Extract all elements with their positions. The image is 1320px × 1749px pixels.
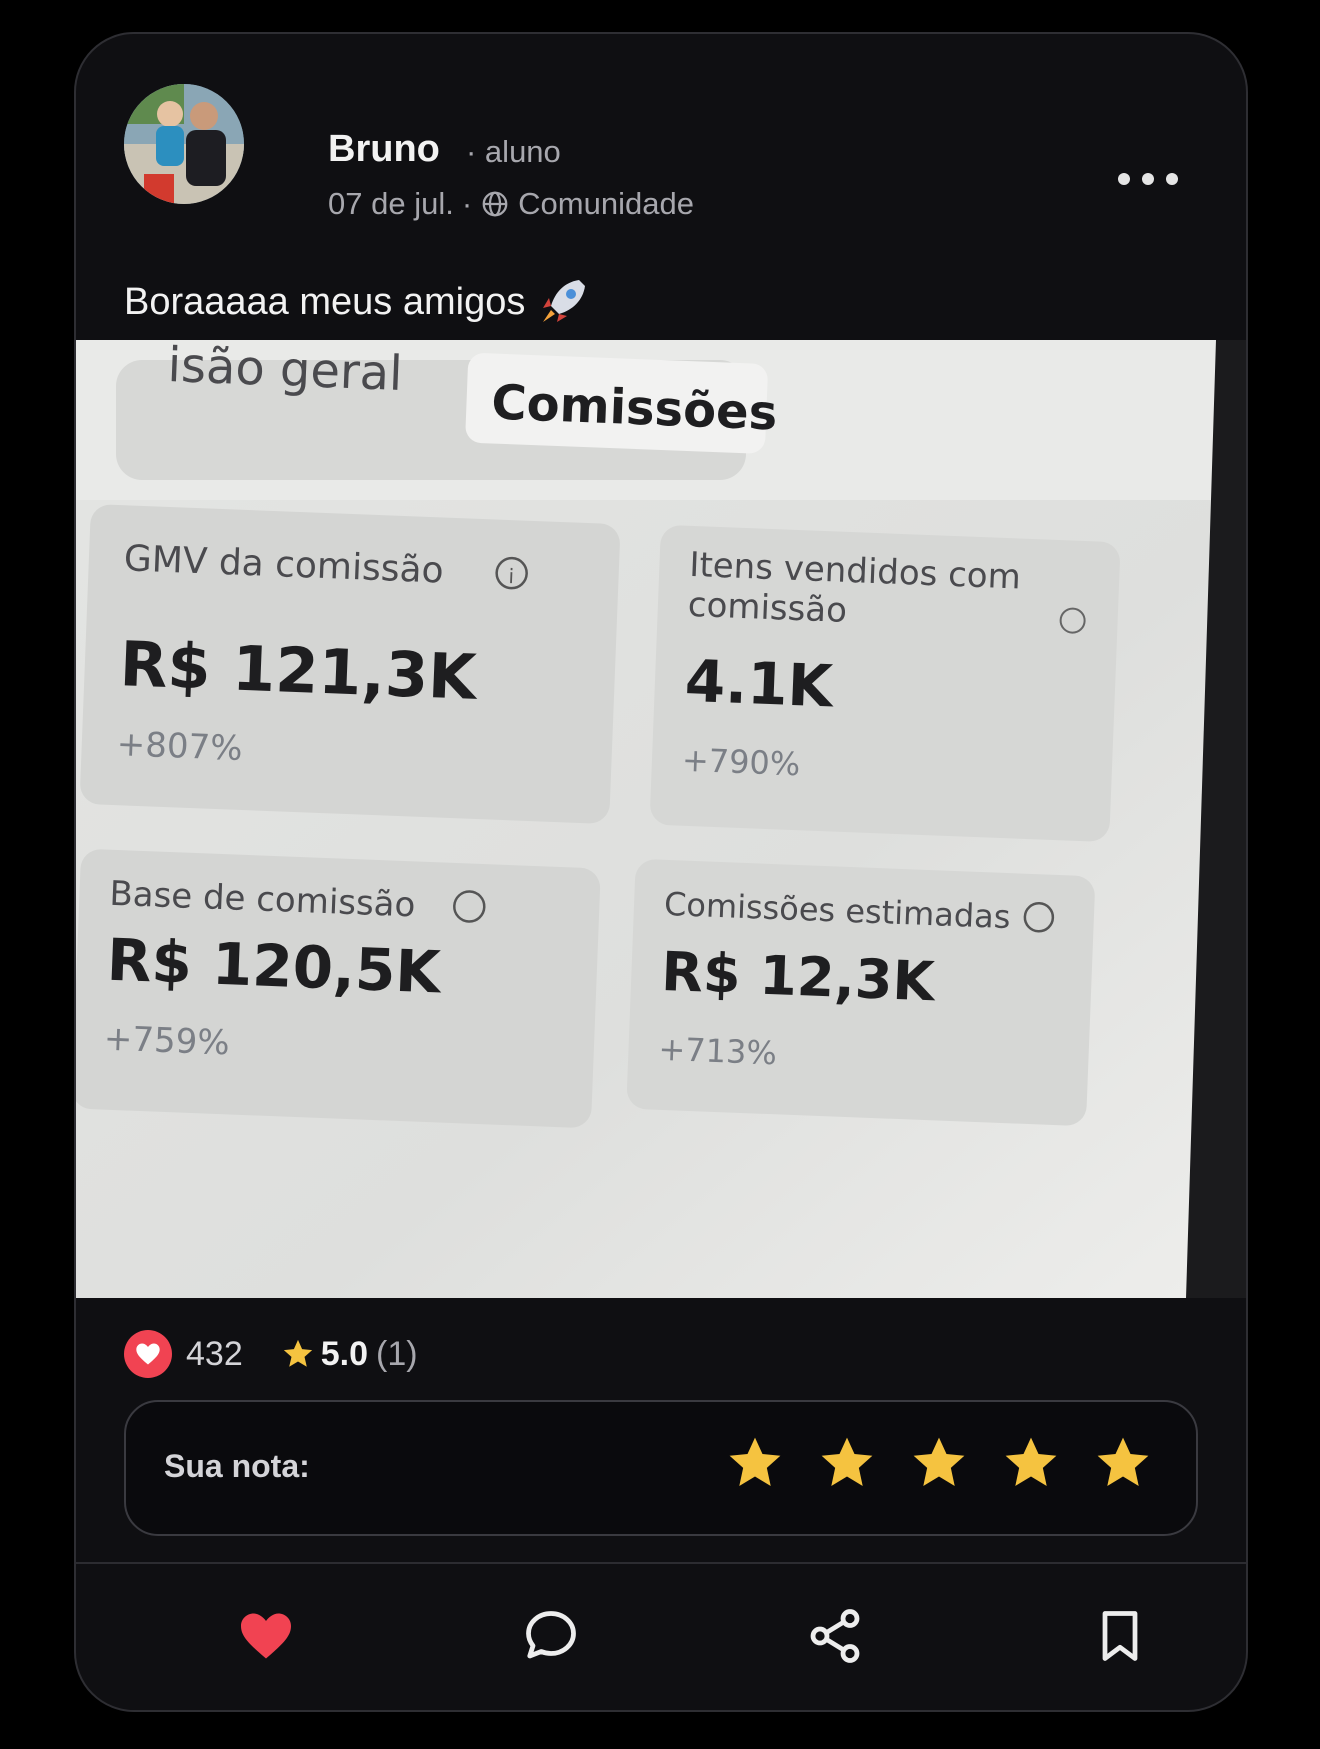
- metric-value: R$ 12,3K: [660, 940, 937, 1014]
- metric-value: R$ 121,3K: [119, 627, 480, 714]
- more-horizontal-icon: [1118, 173, 1130, 185]
- rating-stars: [726, 1434, 1152, 1492]
- rocket-icon: [543, 280, 586, 322]
- rating-value: 5.0: [320, 1334, 368, 1373]
- metric-change: +759%: [103, 1019, 230, 1064]
- metric-change: +713%: [658, 1030, 778, 1073]
- more-dot: [1142, 173, 1154, 185]
- heart-icon: [136, 1343, 160, 1365]
- screenshot-photo: isão geral Comissões GMV da comissão i R…: [76, 340, 1246, 1298]
- more-dot: [1166, 173, 1178, 185]
- post-header: Bruno · aluno 07 de jul. · Comunidade: [124, 84, 1198, 221]
- comment-icon: [526, 1611, 576, 1659]
- author-name[interactable]: Bruno: [328, 128, 440, 171]
- metric-value: 4.1K: [684, 647, 836, 721]
- metric-change: +807%: [116, 724, 243, 769]
- share-button[interactable]: [803, 1604, 867, 1668]
- rating-box: Sua nota:: [124, 1400, 1198, 1536]
- caption-text: Boraaaaa meus amigos: [124, 280, 526, 323]
- metric-change: +790%: [681, 741, 801, 784]
- rate-star-4[interactable]: [1002, 1434, 1060, 1492]
- avatar-photo: [124, 84, 244, 204]
- author-role: · aluno: [466, 134, 561, 169]
- more-options-button[interactable]: [1118, 164, 1178, 194]
- post-meta: 07 de jul. · Comunidade: [328, 186, 694, 222]
- meta-separator: ·: [461, 186, 473, 221]
- rate-star-2[interactable]: [818, 1434, 876, 1492]
- rate-star-5[interactable]: [1094, 1434, 1152, 1492]
- avatar[interactable]: [124, 84, 244, 204]
- metric-title-line2: comissão: [687, 585, 848, 631]
- post-audience: Comunidade: [518, 186, 694, 221]
- likes-count: 432: [186, 1334, 243, 1373]
- post-date: 07 de jul.: [328, 186, 454, 221]
- post-stats: 432 5.0 (1): [124, 1326, 418, 1382]
- bookmark-icon: [1102, 1611, 1138, 1661]
- globe-icon: [482, 191, 508, 217]
- post-image[interactable]: isão geral Comissões GMV da comissão i R…: [76, 340, 1246, 1298]
- metric-value: R$ 120,5K: [106, 926, 444, 1007]
- star-icon: [283, 1339, 312, 1367]
- share-icon: [810, 1609, 860, 1663]
- likes-badge[interactable]: [124, 1330, 172, 1378]
- rate-star-3[interactable]: [910, 1434, 968, 1492]
- heart-icon: [241, 1613, 291, 1659]
- svg-text:i: i: [508, 564, 514, 588]
- post-card: Bruno · aluno 07 de jul. · Comunidade Bo…: [74, 32, 1248, 1712]
- rate-star-1[interactable]: [726, 1434, 784, 1492]
- tab-overview: isão geral: [167, 340, 404, 402]
- rating-count: (1): [376, 1334, 418, 1373]
- rating-label: Sua nota:: [164, 1448, 310, 1484]
- like-button[interactable]: [234, 1604, 298, 1668]
- tab-commissions: Comissões: [490, 375, 778, 442]
- comment-button[interactable]: [519, 1604, 583, 1668]
- bookmark-button[interactable]: [1088, 1604, 1152, 1668]
- action-bar: [76, 1564, 1246, 1710]
- post-caption: Boraaaaa meus amigos: [124, 274, 591, 330]
